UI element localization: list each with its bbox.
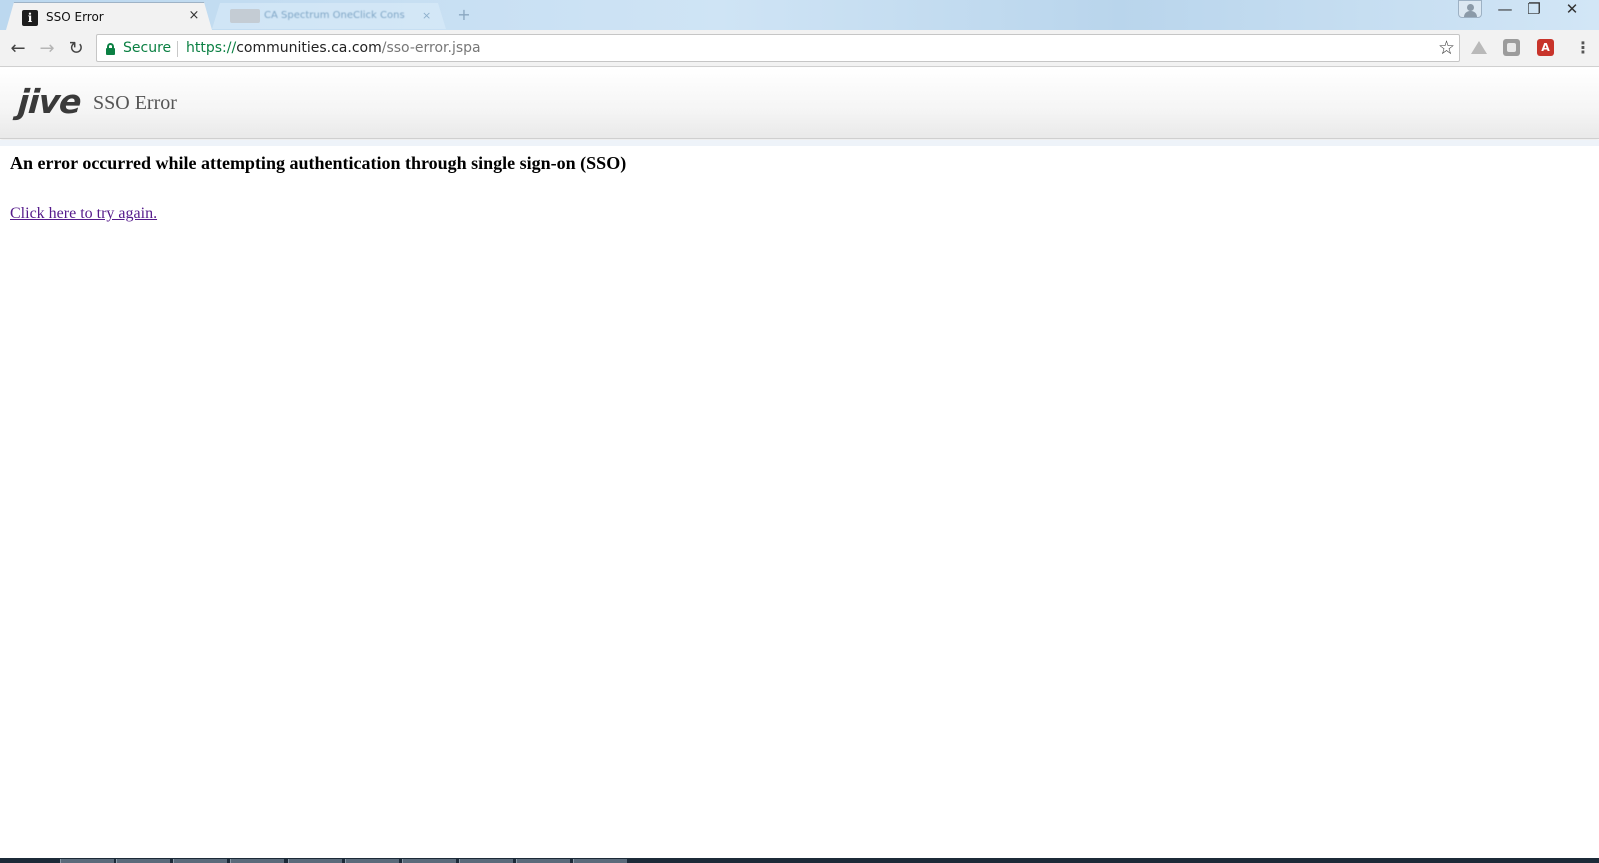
jive-info-favicon: i xyxy=(22,10,38,26)
back-arrow-icon[interactable]: ← xyxy=(6,37,30,61)
taskbar-item[interactable] xyxy=(345,859,399,863)
taskbar-item[interactable] xyxy=(230,859,284,863)
page-header: jive SSO Error xyxy=(0,68,1599,139)
lock-icon[interactable] xyxy=(106,43,115,55)
minimize-button[interactable]: — xyxy=(1491,0,1519,20)
reload-icon[interactable]: ↻ xyxy=(64,37,88,61)
url-scheme: https:// xyxy=(186,40,237,56)
taskbar-item[interactable] xyxy=(288,859,342,863)
taskbar-item[interactable] xyxy=(173,859,227,863)
tab-favicon-icon xyxy=(230,9,260,23)
tab-title: CA Spectrum OneClick Cons xyxy=(264,10,405,21)
browser-toolbar: ← → ↻ Secure https://communities.ca.com/… xyxy=(0,30,1599,67)
extension-shield-icon[interactable] xyxy=(1503,39,1520,56)
tab-sso-error[interactable]: i SSO Error × xyxy=(6,2,212,30)
taskbar-item[interactable] xyxy=(573,859,627,863)
taskbar-item[interactable] xyxy=(459,859,513,863)
taskbar-item[interactable] xyxy=(402,859,456,863)
taskbar-item[interactable] xyxy=(516,859,570,863)
tab-title: SSO Error xyxy=(46,10,104,24)
error-heading: An error occurred while attempting authe… xyxy=(10,153,627,173)
url-path: /sso-error.jspa xyxy=(381,40,481,56)
security-label[interactable]: Secure xyxy=(123,40,171,56)
omnibox-divider xyxy=(177,41,178,57)
url-host: communities.ca.com xyxy=(236,40,382,56)
profile-icon xyxy=(1467,4,1474,11)
profile-button[interactable] xyxy=(1458,0,1482,18)
retry-link[interactable]: Click here to try again. xyxy=(10,205,157,223)
tab-close-icon[interactable]: × xyxy=(422,9,431,22)
new-tab-button[interactable]: + xyxy=(452,6,476,24)
forward-arrow-icon[interactable]: → xyxy=(35,37,59,61)
taskbar-item[interactable] xyxy=(60,859,114,863)
browser-title-bar: i SSO Error × CA Spectrum OneClick Cons … xyxy=(0,0,1599,30)
tab-close-icon[interactable]: × xyxy=(186,8,202,24)
url-text[interactable]: https://communities.ca.com/sso-error.jsp… xyxy=(186,40,481,56)
page-title: SSO Error xyxy=(93,92,177,114)
browser-menu-icon[interactable]: ⋮ xyxy=(1575,37,1591,59)
tab-ca-spectrum[interactable]: CA Spectrum OneClick Cons × xyxy=(212,3,446,29)
taskbar-item[interactable] xyxy=(116,859,170,863)
google-drive-icon[interactable] xyxy=(1470,39,1487,56)
acrobat-icon[interactable]: A xyxy=(1537,39,1554,56)
bookmark-star-icon[interactable]: ☆ xyxy=(1438,37,1455,59)
header-divider xyxy=(0,140,1599,146)
address-bar[interactable]: Secure https://communities.ca.com/sso-er… xyxy=(96,34,1460,62)
maximize-button[interactable]: ❐ xyxy=(1520,0,1548,20)
close-window-button[interactable]: ✕ xyxy=(1558,0,1586,20)
jive-logo[interactable]: jive xyxy=(17,82,82,121)
